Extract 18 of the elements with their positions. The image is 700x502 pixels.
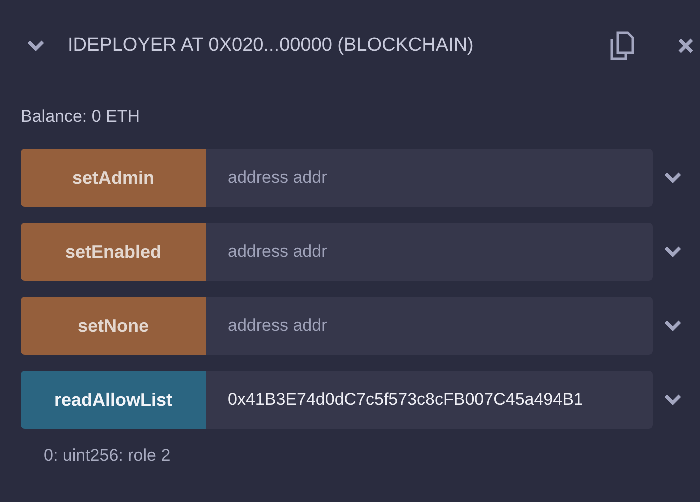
chevron-down-icon[interactable] <box>664 394 682 406</box>
chevron-down-icon[interactable] <box>664 320 682 332</box>
function-button[interactable]: readAllowList <box>21 371 206 429</box>
function-button[interactable]: setEnabled <box>21 223 206 281</box>
argument-field[interactable]: 0x41B3E74d0dC7c5f573c8cFB007C45a494B1 <box>206 371 653 429</box>
chevron-down-icon[interactable] <box>664 172 682 184</box>
argument-field[interactable]: address addr <box>206 223 653 281</box>
chevron-down-icon[interactable] <box>664 246 682 258</box>
argument-field[interactable]: address addr <box>206 297 653 355</box>
argument-field[interactable]: address addr <box>206 149 653 207</box>
chevron-down-icon[interactable] <box>27 40 45 52</box>
output-text: 0: uint256: role 2 <box>44 446 172 466</box>
function-button[interactable]: setNone <box>21 297 206 355</box>
copy-icon[interactable] <box>609 31 635 61</box>
balance-text: Balance: 0 ETH <box>21 107 142 127</box>
close-icon[interactable] <box>678 38 694 54</box>
contract-title: IDEPLOYER AT 0X020...00000 (BLOCKCHAIN) <box>68 35 475 57</box>
function-button[interactable]: setAdmin <box>21 149 206 207</box>
